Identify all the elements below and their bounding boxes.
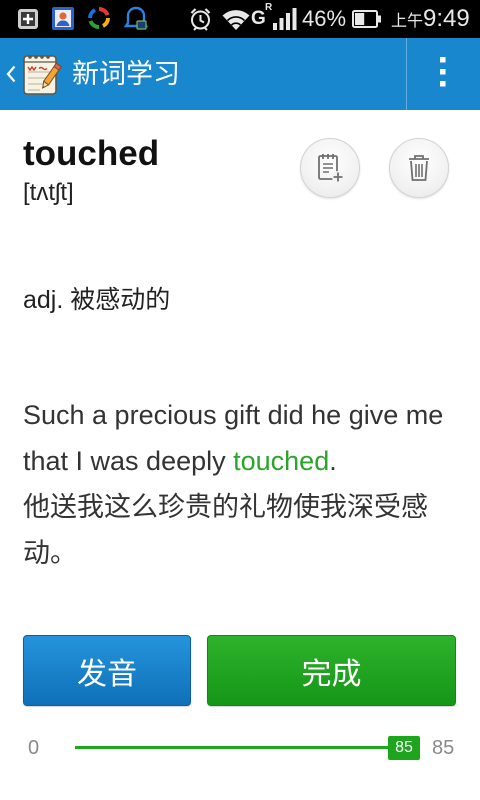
notepad-pencil-app-icon bbox=[22, 52, 62, 96]
progress-track[interactable] bbox=[75, 746, 420, 749]
app-bar: 新词学习 bbox=[0, 38, 480, 110]
example-highlighted-word: touched bbox=[233, 446, 330, 476]
example-text-after: . bbox=[329, 446, 337, 476]
sync-app-icon bbox=[88, 7, 110, 29]
back-button[interactable] bbox=[0, 38, 66, 110]
network-type-label: G bbox=[251, 8, 266, 29]
trash-icon bbox=[406, 153, 432, 183]
back-chevron-icon bbox=[6, 65, 16, 83]
add-box-icon bbox=[17, 8, 39, 30]
delete-word-button[interactable] bbox=[389, 138, 449, 198]
battery-icon bbox=[352, 9, 382, 29]
status-bar: G R 46% 上午9:49 bbox=[0, 0, 480, 38]
overflow-menu-button[interactable] bbox=[407, 38, 480, 110]
note-add-icon bbox=[315, 152, 345, 184]
notification-app-icon bbox=[124, 6, 148, 32]
battery-level-fill bbox=[355, 13, 365, 25]
clock-period: 上午 bbox=[391, 13, 424, 30]
progress-fill bbox=[75, 746, 420, 749]
battery-percent: 46% bbox=[302, 6, 347, 31]
overflow-menu-icon bbox=[440, 57, 446, 87]
signal-icon bbox=[272, 8, 298, 30]
progress-thumb[interactable]: 85 bbox=[388, 736, 420, 760]
definition-text: adj. 被感动的 bbox=[23, 286, 171, 314]
pronounce-button[interactable]: 发音 bbox=[23, 635, 191, 706]
clock-time: 9:49 bbox=[423, 5, 470, 32]
progress-max-label: 85 bbox=[432, 737, 455, 759]
phonetic-transcription: [tʌtʃt] bbox=[23, 179, 74, 206]
progress-slider[interactable]: 0 85 85 bbox=[0, 728, 480, 768]
headword: touched bbox=[23, 134, 160, 173]
done-button[interactable]: 完成 bbox=[207, 635, 456, 706]
alarm-icon bbox=[189, 7, 212, 31]
wifi-icon bbox=[221, 7, 251, 31]
clock: 上午9:49 bbox=[391, 5, 470, 36]
page-title: 新词学习 bbox=[72, 59, 180, 89]
example-sentence: Such a precious gift did he give me that… bbox=[23, 392, 455, 484]
example-translation: 他送我这么珍贵的礼物使我深受感动。 bbox=[23, 492, 428, 568]
progress-min-label: 0 bbox=[28, 737, 40, 759]
contact-icon bbox=[52, 7, 74, 30]
add-to-notebook-button[interactable] bbox=[300, 138, 360, 198]
example-block: Such a precious gift did he give me that… bbox=[23, 392, 455, 576]
